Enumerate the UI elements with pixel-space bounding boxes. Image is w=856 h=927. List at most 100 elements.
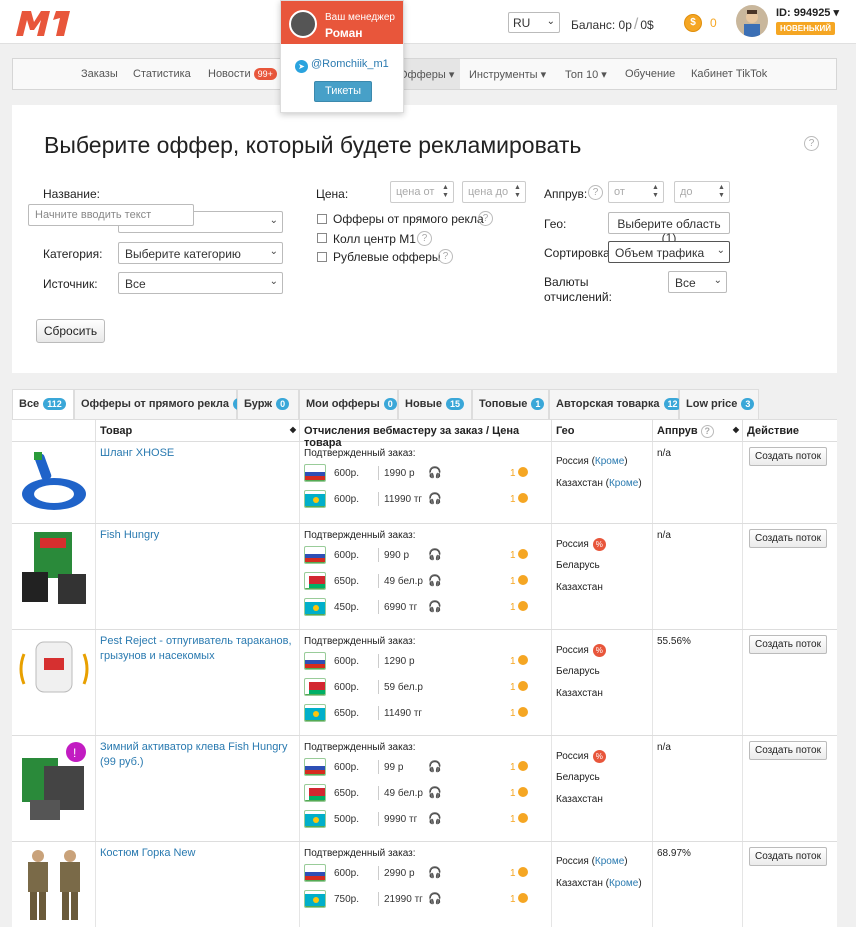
help-icon[interactable]: ? [478, 211, 493, 226]
currency-select[interactable]: Все ⌄ [668, 271, 727, 293]
product-image[interactable] [12, 524, 96, 629]
geo-item: Беларусь [556, 560, 600, 571]
tab-top[interactable]: Топовые 1 [472, 389, 549, 419]
product-image[interactable]: ! [12, 736, 96, 841]
language-select[interactable]: RU ⌄ [508, 12, 560, 33]
price-to-placeholder: цена до [468, 186, 509, 198]
payout-value: 500р. [334, 814, 360, 825]
tab-direct[interactable]: Офферы от прямого рекла0 [74, 389, 246, 419]
geo-except-link[interactable]: Кроме [609, 478, 638, 489]
spinner-icon[interactable]: ▲ ▼ [718, 184, 727, 200]
table-row: Pest Reject - отпугиватель тараканов, гр… [12, 630, 837, 736]
price-value: 21990 тг [384, 894, 423, 905]
payout-value: 750р. [334, 894, 360, 905]
tab-my-offers[interactable]: Мои офферы 0 [299, 389, 398, 419]
avatar[interactable] [736, 5, 768, 37]
flag-ru-icon [304, 652, 326, 670]
product-name-link[interactable]: Fish Hungry [96, 524, 299, 547]
help-icon[interactable]: ? [438, 249, 453, 264]
flag-kz-icon [304, 598, 326, 616]
tab-all[interactable]: Все 112 [12, 389, 74, 420]
rub-offers-label: Рублевые офферы [333, 250, 441, 264]
help-icon[interactable]: ? [700, 425, 714, 438]
approve-cell: n/a [653, 524, 743, 629]
divider [378, 548, 379, 562]
tab-new[interactable]: Новые 15 [398, 389, 472, 419]
header-label: Аппрув [657, 425, 698, 437]
header-product[interactable]: Товар ◆ [96, 420, 300, 442]
geo-except-link[interactable]: Кроме [595, 856, 624, 867]
product-image[interactable] [12, 442, 96, 523]
geo-item: Россия% [556, 538, 606, 551]
tab-burzh[interactable]: Бурж 0 [237, 389, 299, 419]
telegram-link[interactable]: ➤ @Romchiik_m1 [295, 58, 389, 73]
m1-logo[interactable] [12, 8, 74, 38]
divider [378, 706, 379, 720]
sort-icon: ◆ [289, 425, 296, 434]
geo-country: Казахстан [556, 478, 603, 489]
create-stream-button[interactable]: Создать поток [749, 741, 827, 760]
price-from-input[interactable]: цена от ▲ ▼ [390, 181, 454, 203]
approve-to-input[interactable]: до ▲ ▼ [674, 181, 730, 203]
geo-select[interactable]: Выберите область (1) [608, 212, 730, 245]
coin-icon [518, 493, 528, 503]
nav-offers[interactable]: Офферы ▾ [395, 59, 461, 89]
divider: / [633, 16, 639, 33]
help-icon[interactable]: ? [804, 136, 819, 151]
product-name-link[interactable]: Pest Reject - отпугиватель тараканов, гр… [96, 630, 299, 668]
source-select[interactable]: Все ⌄ [118, 272, 283, 294]
create-stream-button[interactable]: Создать поток [749, 447, 827, 466]
direct-advertiser-checkbox[interactable] [317, 214, 327, 224]
price-to-input[interactable]: цена до ▲ ▼ [462, 181, 526, 203]
nav-top10[interactable]: Топ 10 ▾ [565, 68, 607, 81]
geo-cell: Россия% Беларусь Казахстан [552, 524, 653, 629]
user-id[interactable]: ID: 994925 ▾ [776, 6, 839, 19]
table-row: ! Зимний активатор клева Fish Hungry (99 … [12, 736, 837, 842]
nav-orders[interactable]: Заказы [81, 68, 118, 80]
product-name-link[interactable]: Костюм Горка New [96, 842, 299, 865]
spinner-icon[interactable]: ▲ ▼ [442, 184, 451, 200]
tab-author[interactable]: Авторская товарка 12 [549, 389, 682, 419]
action-cell: Создать поток [743, 630, 837, 735]
geo-except-link[interactable]: Кроме [595, 456, 624, 467]
nav-statistics[interactable]: Статистика [133, 68, 191, 80]
spinner-icon[interactable]: ▲ ▼ [652, 184, 661, 200]
spinner-icon[interactable]: ▲ ▼ [514, 184, 523, 200]
product-cell: Pest Reject - отпугиватель тараканов, гр… [96, 630, 300, 735]
create-stream-button[interactable]: Создать поток [749, 847, 827, 866]
help-icon[interactable]: ? [417, 231, 432, 246]
tab-low-price[interactable]: Low price 3 [679, 389, 759, 419]
main-nav: Заказы Статистика Новости 99+ Офферы ▾ Ин… [12, 58, 837, 90]
geo-except-link[interactable]: Кроме [609, 878, 638, 889]
tab-label: Бурж [244, 398, 273, 410]
tickets-button[interactable]: Тикеты [314, 81, 372, 102]
filter-panel: Выберите оффер, который будете рекламиро… [12, 105, 837, 373]
reset-button[interactable]: Сбросить [36, 319, 105, 343]
headphones-icon: 🎧 [428, 761, 442, 773]
callcenter-checkbox[interactable] [317, 233, 327, 243]
sort-select[interactable]: Объем трафика ⌄ [608, 241, 730, 263]
product-name-link[interactable]: Зимний активатор клева Fish Hungry (99 р… [96, 736, 299, 774]
nav-offers-label: Офферы ▾ [399, 69, 455, 81]
nav-news[interactable]: Новости 99+ [208, 68, 277, 80]
product-image[interactable] [12, 630, 96, 735]
geo-item: Россия (Кроме) [556, 856, 628, 867]
nav-learning[interactable]: Обучение [625, 68, 675, 80]
name-search-input[interactable]: Начните вводить текст [28, 204, 194, 226]
product-cell: Костюм Горка New [96, 842, 300, 927]
product-name-link[interactable]: Шланг XHOSE [96, 442, 299, 465]
points-value: 1 [510, 788, 516, 799]
points-value: 1 [510, 550, 516, 561]
nav-tools[interactable]: Инструменты ▾ [469, 68, 546, 81]
approve-from-input[interactable]: от ▲ ▼ [608, 181, 664, 203]
nav-tiktok[interactable]: Кабинет TikTok [691, 68, 767, 80]
category-select[interactable]: Выберите категорию ⌄ [118, 242, 283, 264]
rub-offers-checkbox[interactable] [317, 252, 327, 262]
geo-label: Гео: [544, 217, 567, 231]
help-icon[interactable]: ? [588, 185, 603, 200]
create-stream-button[interactable]: Создать поток [749, 635, 827, 654]
create-stream-button[interactable]: Создать поток [749, 529, 827, 548]
payout-value: 450р. [334, 602, 360, 613]
product-image[interactable] [12, 842, 96, 927]
header-approve[interactable]: Аппрув ? ◆ [653, 420, 743, 442]
